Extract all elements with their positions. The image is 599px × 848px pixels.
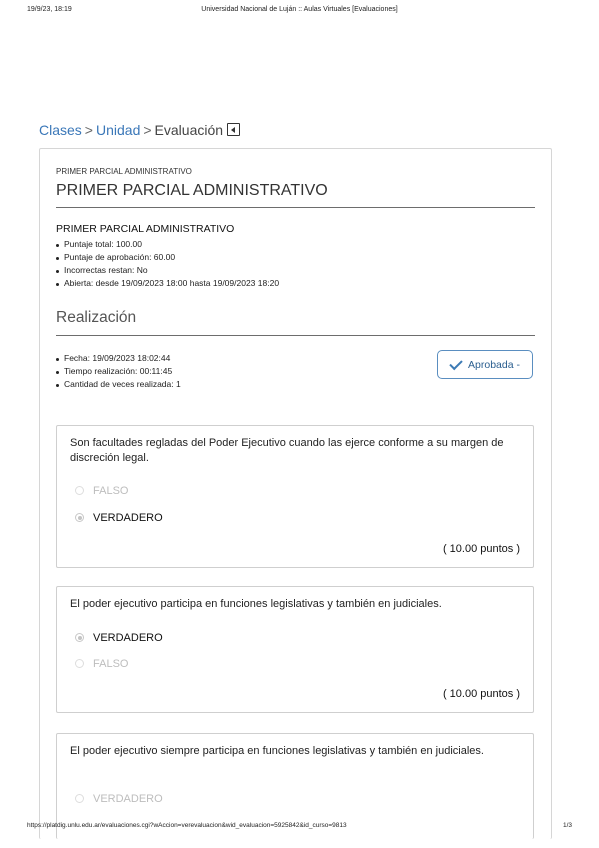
status-label: Aprobada - — [468, 358, 520, 371]
list-item: Cantidad de veces realizada: 1 — [56, 378, 181, 391]
evaluation-info-title: PRIMER PARCIAL ADMINISTRATIVO — [56, 223, 235, 235]
question-score: ( 10.00 puntos ) — [442, 688, 520, 700]
option-falso[interactable]: FALSO — [75, 657, 128, 671]
question-text: Son facultades regladas del Poder Ejecut… — [70, 437, 504, 464]
divider — [56, 335, 535, 336]
radio-button[interactable] — [75, 513, 84, 522]
realizacion-title: Realización — [56, 309, 137, 326]
page-title: PRIMER PARCIAL ADMINISTRATIVO — [56, 182, 328, 199]
print-header: 19/9/23, 18:19 Universidad Nacional de L… — [0, 6, 599, 20]
radio-button[interactable] — [75, 659, 84, 668]
question-card: Son facultades regladas del Poder Ejecut… — [56, 425, 534, 568]
list-item: Puntaje de aprobación: 60.00 — [56, 251, 279, 264]
option-verdadero[interactable]: VERDADERO — [75, 511, 163, 525]
question-score: ( 10.00 puntos ) — [442, 543, 520, 555]
breadcrumb-current: Evaluación — [154, 122, 224, 138]
divider — [56, 207, 535, 208]
option-label: VERDADERO — [93, 512, 163, 524]
evaluation-details-list: Puntaje total: 100.00 Puntaje de aprobac… — [56, 238, 279, 290]
question-card: El poder ejecutivo participa en funcione… — [56, 586, 534, 713]
evaluation-sup-title: PRIMER PARCIAL ADMINISTRATIVO — [56, 167, 192, 176]
breadcrumb: Clases > Unidad > Evaluación — [39, 122, 241, 138]
breadcrumb-link-unidad[interactable]: Unidad — [96, 122, 140, 138]
list-item: Tiempo realización: 00:11:45 — [56, 365, 181, 378]
status-aprobada-button[interactable]: Aprobada - — [437, 350, 533, 379]
print-page-title: Universidad Nacional de Luján :: Aulas V… — [201, 6, 398, 13]
option-verdadero[interactable]: VERDADERO — [75, 792, 163, 806]
check-icon — [449, 356, 463, 370]
radio-button[interactable] — [75, 486, 84, 495]
breadcrumb-separator: > — [84, 122, 93, 138]
print-url: https://platdig.unlu.edu.ar/evaluaciones… — [27, 822, 347, 829]
print-page-number: 1/3 — [562, 822, 572, 829]
breadcrumb-separator: > — [143, 122, 152, 138]
question-text: El poder ejecutivo participa en funcione… — [70, 598, 442, 610]
realizacion-details-list: Fecha: 19/09/2023 18:02:44 Tiempo realiz… — [56, 352, 181, 391]
option-falso[interactable]: FALSO — [75, 484, 128, 498]
breadcrumb-link-clases[interactable]: Clases — [39, 122, 82, 138]
option-label: VERDADERO — [93, 632, 163, 644]
evaluation-panel: PRIMER PARCIAL ADMINISTRATIVO PRIMER PAR… — [39, 148, 552, 839]
option-label: FALSO — [93, 658, 129, 670]
option-verdadero[interactable]: VERDADERO — [75, 631, 163, 645]
option-label: FALSO — [93, 485, 129, 497]
list-item: Abierta: desde 19/09/2023 18:00 hasta 19… — [56, 277, 279, 290]
question-text: El poder ejecutivo siempre participa en … — [70, 745, 484, 757]
print-footer: https://platdig.unlu.edu.ar/evaluaciones… — [0, 822, 599, 836]
radio-button[interactable] — [75, 794, 84, 803]
list-item: Fecha: 19/09/2023 18:02:44 — [56, 352, 181, 365]
radio-button[interactable] — [75, 633, 84, 642]
list-item: Incorrectas restan: No — [56, 264, 279, 277]
option-label: VERDADERO — [93, 793, 163, 805]
back-icon[interactable] — [227, 123, 241, 136]
list-item: Puntaje total: 100.00 — [56, 238, 279, 251]
